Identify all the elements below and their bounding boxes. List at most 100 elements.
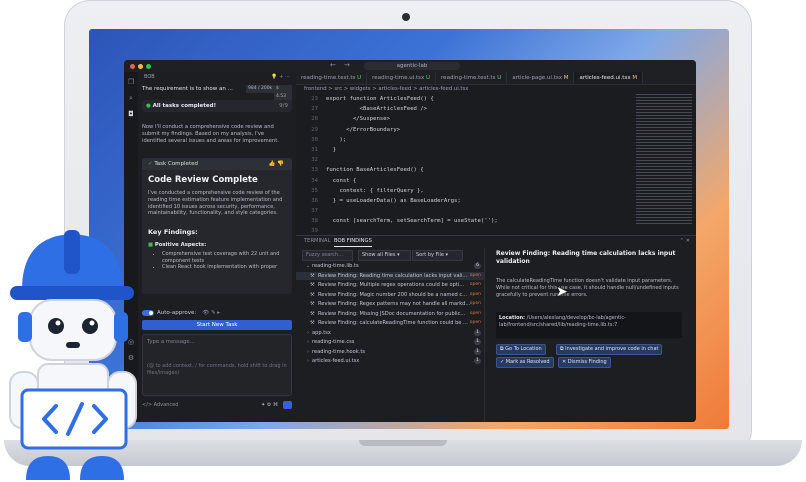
editor-tab[interactable]: reading-time.test.ts U [436,72,508,84]
count-badge: 1 [474,329,481,336]
nav-forward-icon[interactable]: → [344,61,350,69]
row-label: Review Finding: Missing JSDoc documentat… [318,310,466,317]
task-request[interactable]: The requirement is to show an ... 984 / … [142,84,292,101]
code-line: 33 function BaseArticlesFeed() { [296,165,626,175]
wrench-icon: ⚒ [310,282,315,288]
sort-select[interactable]: Sort by File ▾ [412,250,463,261]
row-label: reading-time.css [312,339,355,345]
feedback-thumbs-icon[interactable]: 👍 👎 [269,158,284,170]
findings-file-row[interactable]: › app.tsx 1 [296,329,484,338]
positive-list: Comprehensive test coverage with 22 unit… [156,251,290,271]
code-text: ); [326,136,347,143]
status-badge: open [469,282,481,287]
command-search[interactable]: agentic-lab [364,62,460,70]
tasks-status[interactable]: ● All tasks completed! 9/9 [142,100,292,112]
line-number: 37 [311,208,318,215]
line-number: 29 [311,126,318,133]
panel-tabs: TERMINAL BOB FINDINGS ⌃ ✕ [296,236,696,247]
finding-row[interactable]: ⚒ Review Finding: calculateReadingTime fu… [296,319,484,328]
finding-location: Location: /Users/alexlang/develop/bc-lab… [496,312,682,338]
token-count: 984 / 200k [246,85,275,93]
tab-state: U [497,75,502,81]
tab-state: U [357,75,362,81]
line-number: 34 [311,177,318,184]
code-line: 30 ); [296,135,626,145]
chat-tools-icon[interactable]: ✦ ⚙ ⌘ [261,400,278,410]
line-number: 35 [311,187,318,194]
button-label: Investigate and improve code in chat [565,346,659,352]
breadcrumb[interactable]: frontend > src > widgets > articles-feed… [304,85,468,93]
editor-tab[interactable]: article-page.ui.tsx M [507,72,575,84]
code-line: 32 [296,155,626,165]
chat-footer: </> Advanced ✦ ⚙ ⌘ [142,400,292,410]
file-filter-select[interactable]: Show all Files ▾ [358,250,411,261]
code-view[interactable]: 23 export function ArticlesFeed() {27 <Ba… [296,94,626,265]
nav-back-icon[interactable]: ← [330,61,336,69]
editor-tabs: reading-time.test.ts Ureading-time.ui.ts… [296,72,696,85]
count-badge: 1 [474,348,481,355]
auto-approve-row[interactable]: Auto-approve: 👁 ✎ ▸ [142,308,292,318]
code-line: 23 export function ArticlesFeed() { [296,94,626,104]
finding-row[interactable]: ⚒ Review Finding: Missing JSDoc documenta… [296,310,484,319]
status-badge: open [469,320,481,325]
chat-input[interactable]: Type a message... (@ to add context, / f… [142,334,292,396]
dismiss-finding-button[interactable]: ✕ Dismiss Finding [558,357,611,368]
code-line: 34 const { [296,176,626,186]
tab-state: M [563,75,569,81]
tab-label: reading-time.test.ts [441,75,496,81]
go-to-location-button[interactable]: ⧉ Go To Location [496,344,546,355]
findings-file-row[interactable]: › reading-time.css 1 [296,338,484,347]
count-badge: 1 [474,358,481,364]
search-icon[interactable]: ⌕ [127,94,135,102]
row-label: reading-time.lib.ts [312,263,359,269]
finding-row[interactable]: ⚒ Review Finding: Magic number 200 should… [296,291,484,300]
findings-search-input[interactable]: Fuzzy search... [302,250,353,261]
tab-state: U [426,75,431,81]
editor-tab[interactable]: reading-time.test.ts U [296,72,368,84]
card-title: Code Review Complete [148,175,258,185]
status-badge: open [469,291,481,297]
card-description: I've conducted a comprehensive code revi… [148,190,283,217]
code-text: const { [326,177,357,184]
tab-bob-findings[interactable]: BOB FINDINGS [334,236,372,247]
chevron-right-icon: › [306,329,310,336]
code-line: 27 <BaseArticlesFeed /> [296,104,626,114]
close-window-button[interactable] [130,64,135,69]
code-text: } [326,146,337,153]
tasks-count: 9/9 [279,103,288,109]
panel-controls-icon[interactable]: ⌃ ✕ [680,236,690,246]
send-button[interactable] [283,401,292,409]
window-title: agentic-lab [396,63,428,69]
start-new-task-button[interactable]: Start New Task [142,320,292,330]
advanced-toggle[interactable]: Advanced [154,402,179,408]
code-line: 31 } [296,145,626,155]
zoom-window-button[interactable] [146,64,151,69]
investigate-button[interactable]: ⧉ Investigate and improve code in chat [556,344,663,355]
findings-file-row[interactable]: › reading-time.hook.ts 1 [296,348,484,357]
finding-row[interactable]: ⚒ Review Finding: Multiple regex operatio… [296,281,484,290]
findings-file-row[interactable]: ⌄ reading-time.lib.ts 6 [296,262,484,271]
code-text: function BaseArticlesFeed() { [326,167,424,174]
finding-detail: Review Finding: Reading time calculation… [490,248,694,422]
tab-terminal[interactable]: TERMINAL [304,236,330,246]
finding-row[interactable]: ⚒ Review Finding: Regex patterns may not … [296,300,484,309]
ide-window: ← → agentic-lab ❐ ⌕ ◘ ◎ ⚙ BOB 💡 + ⋯ The r… [124,60,696,422]
button-label: Go To Location [505,346,542,352]
bob-icon[interactable]: ◘ [127,110,135,118]
editor-tab[interactable]: reading-time.ui.tsx U [367,72,437,84]
tab-state: M [632,75,638,81]
minimize-window-button[interactable] [138,64,143,69]
finding-row[interactable]: ⚒ Review Finding: Reading time calculatio… [296,271,484,280]
bottom-panel: TERMINAL BOB FINDINGS ⌃ ✕ Fuzzy search..… [296,235,696,422]
minimap[interactable] [636,94,692,224]
explorer-icon[interactable]: ❐ [127,78,135,86]
mark-resolved-button[interactable]: ✓ Mark as Resolved [496,357,554,368]
chat-header-actions-icon[interactable]: 💡 + ⋯ [271,72,290,82]
editor-tab-active[interactable]: articles-feed.ui.tsx M [574,72,644,84]
button-label: Dismiss Finding [567,359,607,365]
editor-area: reading-time.test.ts Ureading-time.ui.ts… [296,72,696,422]
hard-hat-icon [10,230,134,300]
findings-file-row[interactable]: › articles-feed.ui.tsx 1 [296,357,484,366]
findings-list: Fuzzy search... Show all Files ▾ Sort by… [296,248,485,422]
row-label: Review Finding: calculateReadingTime fun… [318,320,468,326]
